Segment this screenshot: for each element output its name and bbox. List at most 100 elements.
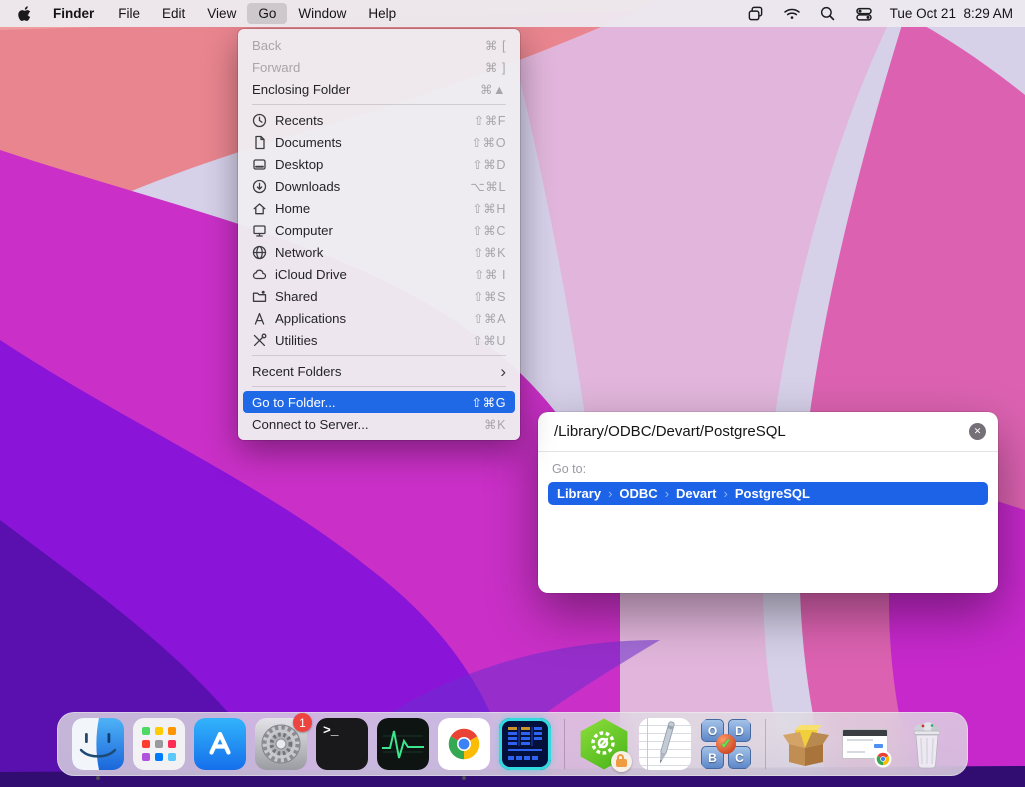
menu-item-shortcut: ⌘K — [484, 417, 506, 432]
activity-monitor-icon — [377, 718, 429, 770]
menu-item-shortcut: ⇧⌘K — [473, 245, 506, 260]
menu-item-home[interactable]: Home ⇧⌘H — [243, 197, 515, 219]
go-to-label: Go to: — [552, 462, 984, 476]
chrome-badge-icon — [874, 750, 892, 768]
menu-item-desktop[interactable]: Desktop ⇧⌘D — [243, 153, 515, 175]
menu-item-label: iCloud Drive — [275, 267, 474, 282]
menu-item-shared[interactable]: Shared ⇧⌘S — [243, 285, 515, 307]
chrome-icon — [438, 718, 490, 770]
menu-view[interactable]: View — [196, 3, 247, 24]
menu-item-shortcut: ⇧⌘O — [472, 135, 506, 150]
menu-item-label: Home — [275, 201, 472, 216]
dock-item-odbc-administrator[interactable]: O D B C ✓ — [700, 718, 752, 770]
clear-button[interactable]: ✕ — [969, 423, 986, 440]
menu-item-network[interactable]: Network ⇧⌘K — [243, 241, 515, 263]
menu-item-recents[interactable]: Recents ⇧⌘F — [243, 109, 515, 131]
dock-item-activity-monitor[interactable] — [377, 718, 429, 770]
utilities-icon — [252, 333, 275, 348]
menu-item-label: Computer — [275, 223, 472, 238]
dock-item-finder[interactable] — [72, 718, 124, 770]
dock-item-launchpad[interactable] — [133, 718, 185, 770]
chrome-window-thumbnail — [840, 718, 892, 770]
dock-item-textedit[interactable] — [639, 718, 691, 770]
launchpad-icon — [133, 718, 185, 770]
menu-item-recent-folders[interactable]: Recent Folders › — [243, 360, 515, 382]
menu-item-label: Network — [275, 245, 473, 260]
menu-item-shortcut: ⇧⌘G — [472, 395, 506, 410]
menu-item-shortcut: ⇧⌘D — [472, 157, 506, 172]
menu-item-shortcut: ⇧⌘ I — [474, 267, 506, 282]
data-grid-app-icon — [499, 718, 551, 770]
trash-icon — [901, 718, 953, 770]
globe-icon — [252, 245, 275, 260]
shared-folder-icon — [252, 289, 275, 304]
dock-item-chrome-window[interactable] — [840, 718, 892, 770]
menu-item-label: Recents — [275, 113, 474, 128]
menu-bar-clock[interactable]: Tue Oct 21 8:29 AM — [886, 6, 1013, 21]
menu-item-label: Back — [252, 38, 485, 53]
apple-menu[interactable] — [10, 5, 40, 23]
path-suggestion-row[interactable]: Library › ODBC › Devart › PostgreSQL — [548, 482, 988, 505]
menu-bar-left: Finder File Edit View Go Window Help — [0, 3, 407, 24]
windows-icon[interactable] — [742, 4, 770, 24]
path-input-row: ✕ — [538, 412, 998, 452]
desktop: Finder File Edit View Go Window Help — [0, 0, 1025, 787]
menu-item-computer[interactable]: Computer ⇧⌘C — [243, 219, 515, 241]
menu-item-label: Recent Folders — [252, 364, 500, 379]
menu-item-go-to-folder[interactable]: Go to Folder... ⇧⌘G — [243, 391, 515, 413]
dock-item-trash[interactable] — [901, 718, 953, 770]
menu-item-utilities[interactable]: Utilities ⇧⌘U — [243, 329, 515, 351]
menu-item-documents[interactable]: Documents ⇧⌘O — [243, 131, 515, 153]
menu-item-label: Utilities — [275, 333, 472, 348]
dock-separator — [765, 719, 766, 769]
menu-item-label: Connect to Server... — [252, 417, 484, 432]
path-input[interactable] — [552, 422, 969, 441]
go-to-folder-dialog: ✕ Go to: Library › ODBC › Devart › Postg… — [538, 412, 998, 593]
dock-item-app-store[interactable] — [194, 718, 246, 770]
dock-item-chrome[interactable] — [438, 718, 490, 770]
finder-icon — [72, 718, 124, 770]
computer-icon — [252, 223, 275, 238]
breadcrumb-segment: ODBC — [619, 486, 657, 501]
dock-item-installer-package[interactable] — [779, 718, 831, 770]
menu-bar: Finder File Edit View Go Window Help — [0, 0, 1025, 27]
breadcrumb-separator: › — [608, 486, 612, 501]
terminal-prompt-glyph: >_ — [323, 723, 339, 738]
dock-item-system-preferences[interactable]: 1 — [255, 718, 307, 770]
dock-item-data-grid-app[interactable] — [499, 718, 551, 770]
menu-help[interactable]: Help — [357, 3, 407, 24]
running-indicator — [462, 776, 466, 780]
menu-item-shortcut: ⇧⌘S — [473, 289, 506, 304]
menu-item-back: Back ⌘ [ — [243, 34, 515, 56]
menu-item-label: Applications — [275, 311, 473, 326]
menu-item-downloads[interactable]: Downloads ⌥⌘L — [243, 175, 515, 197]
menu-item-icloud-drive[interactable]: iCloud Drive ⇧⌘ I — [243, 263, 515, 285]
menu-separator — [252, 386, 506, 387]
menu-window[interactable]: Window — [287, 3, 357, 24]
search-icon[interactable] — [814, 4, 842, 24]
menu-item-label: Shared — [275, 289, 473, 304]
menu-item-applications[interactable]: Applications ⇧⌘A — [243, 307, 515, 329]
notification-badge: 1 — [293, 713, 312, 732]
document-icon — [252, 135, 275, 150]
menu-file[interactable]: File — [107, 3, 151, 24]
clear-icon: ✕ — [974, 426, 982, 437]
dock-item-odbc-driver[interactable] — [578, 718, 630, 770]
control-center-icon[interactable] — [850, 4, 878, 24]
menu-item-shortcut: ⇧⌘H — [472, 201, 506, 216]
submenu-chevron-icon: › — [500, 363, 506, 380]
menu-finder[interactable]: Finder — [40, 3, 107, 24]
wifi-icon[interactable] — [778, 4, 806, 24]
go-menu: Back ⌘ [ Forward ⌘ ] Enclosing Folder ⌘▲… — [238, 29, 520, 440]
dock-item-terminal[interactable]: >_ — [316, 718, 368, 770]
home-icon — [252, 201, 275, 216]
menu-item-shortcut: ⌘ ] — [485, 60, 506, 75]
cloud-icon — [252, 267, 275, 282]
menu-edit[interactable]: Edit — [151, 3, 196, 24]
menu-item-label: Documents — [275, 135, 472, 150]
breadcrumb-segment: Library — [557, 486, 601, 501]
menu-item-connect-to-server[interactable]: Connect to Server... ⌘K — [243, 413, 515, 435]
menu-go[interactable]: Go — [247, 3, 287, 24]
dock-separator — [564, 719, 565, 769]
menu-item-enclosing-folder[interactable]: Enclosing Folder ⌘▲ — [243, 78, 515, 100]
